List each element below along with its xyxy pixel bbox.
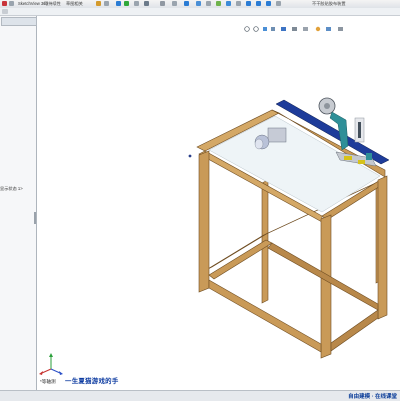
- panel-scrollbar[interactable]: [34, 212, 36, 224]
- open-icon[interactable]: [9, 1, 14, 6]
- zoom-icon[interactable]: [172, 1, 177, 6]
- print-icon[interactable]: [96, 1, 101, 6]
- tab-sustainability[interactable]: 可持续性: [44, 1, 61, 7]
- select-icon[interactable]: [116, 1, 121, 6]
- window-title: 不干胶贴胶布装置: [312, 1, 346, 6]
- display-icon[interactable]: [196, 1, 201, 6]
- feature-manager-panel: 显示状态 1>: [0, 16, 37, 390]
- feature-tree-tab[interactable]: [1, 17, 37, 26]
- display-state-label[interactable]: 显示状态 1>: [0, 186, 23, 192]
- view-icon[interactable]: [144, 1, 149, 6]
- scene-icon[interactable]: [226, 1, 231, 6]
- watermark-text: 一生夏猫游戏的手: [65, 378, 119, 385]
- rebuild-icon[interactable]: [124, 1, 129, 6]
- tab-sketch-related[interactable]: 草图相关: [66, 1, 83, 7]
- app-logo-icon[interactable]: [2, 1, 7, 6]
- cube-icon[interactable]: [266, 1, 271, 6]
- status-right-text: 自由建模 · 在线课堂: [348, 394, 397, 400]
- appearance-icon[interactable]: [216, 1, 221, 6]
- command-toolbar: [0, 8, 400, 16]
- hide-icon[interactable]: [206, 1, 211, 6]
- light-icon[interactable]: [276, 1, 281, 6]
- graphics-viewport[interactable]: [37, 16, 400, 390]
- status-bar: 自由建模 · 在线课堂: [0, 390, 400, 401]
- camera-icon[interactable]: [246, 1, 251, 6]
- view-label: *等轴测: [40, 379, 56, 384]
- search-icon[interactable]: [160, 1, 165, 6]
- grid-icon[interactable]: [256, 1, 261, 6]
- undo-icon[interactable]: [104, 1, 109, 6]
- options-icon[interactable]: [134, 1, 139, 6]
- mbd-tab[interactable]: [2, 9, 8, 14]
- render-icon[interactable]: [236, 1, 241, 6]
- section-icon[interactable]: [184, 1, 189, 6]
